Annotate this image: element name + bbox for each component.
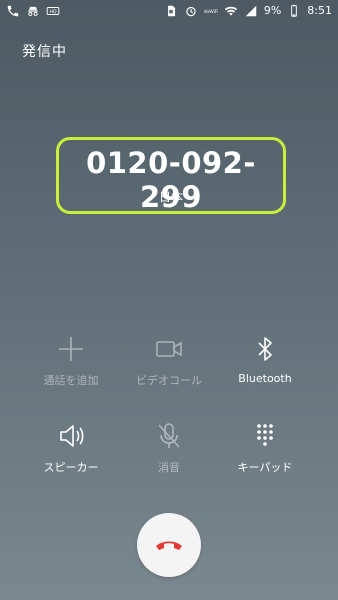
status-bar-left: HD: [6, 4, 60, 18]
battery-icon: [287, 4, 301, 18]
hd-icon: HD: [46, 4, 60, 18]
alarm-icon: [184, 4, 198, 18]
speaker-icon: [56, 421, 86, 451]
bluetooth-label: Bluetooth: [238, 372, 292, 385]
hang-up-icon: [152, 526, 186, 564]
status-bar: HD VoWiFi 9% 8:51: [0, 0, 338, 22]
vowifi-icon: VoWiFi: [204, 4, 218, 18]
speaker-label: スピーカー: [43, 461, 99, 474]
mic-off-icon: [154, 421, 184, 451]
number-highlight-box: 0120-092-299 日本: [56, 137, 286, 214]
signal-icon: [244, 4, 258, 18]
add-call-button[interactable]: 通話を追加: [21, 334, 121, 388]
speaker-button[interactable]: スピーカー: [21, 421, 121, 475]
phone-icon: [6, 4, 20, 18]
end-call-button[interactable]: [137, 513, 201, 577]
bluetooth-icon: [250, 334, 280, 364]
mute-label: 消音: [158, 461, 180, 474]
plus-icon: [56, 334, 86, 364]
battery-level: 9%: [263, 4, 282, 17]
sd-card-icon: [164, 4, 178, 18]
video-call-button[interactable]: ビデオコール: [119, 334, 219, 388]
bluetooth-button[interactable]: Bluetooth: [215, 334, 315, 385]
svg-text:VoWiFi: VoWiFi: [204, 9, 218, 15]
svg-text:HD: HD: [49, 9, 57, 15]
clock: 8:51: [307, 4, 332, 17]
dialpad-icon: [250, 421, 280, 451]
video-call-label: ビデオコール: [136, 374, 202, 387]
keypad-label: キーパッド: [237, 461, 293, 474]
add-call-label: 通話を追加: [43, 374, 99, 387]
wifi-icon: [224, 4, 238, 18]
country-label: 日本: [158, 190, 183, 204]
keypad-button[interactable]: キーパッド: [215, 421, 315, 475]
status-bar-right: VoWiFi 9% 8:51: [164, 4, 332, 18]
incognito-icon: [26, 4, 40, 18]
call-status: 発信中: [22, 44, 67, 60]
video-camera-icon: [154, 334, 184, 364]
mute-button[interactable]: 消音: [119, 421, 219, 475]
